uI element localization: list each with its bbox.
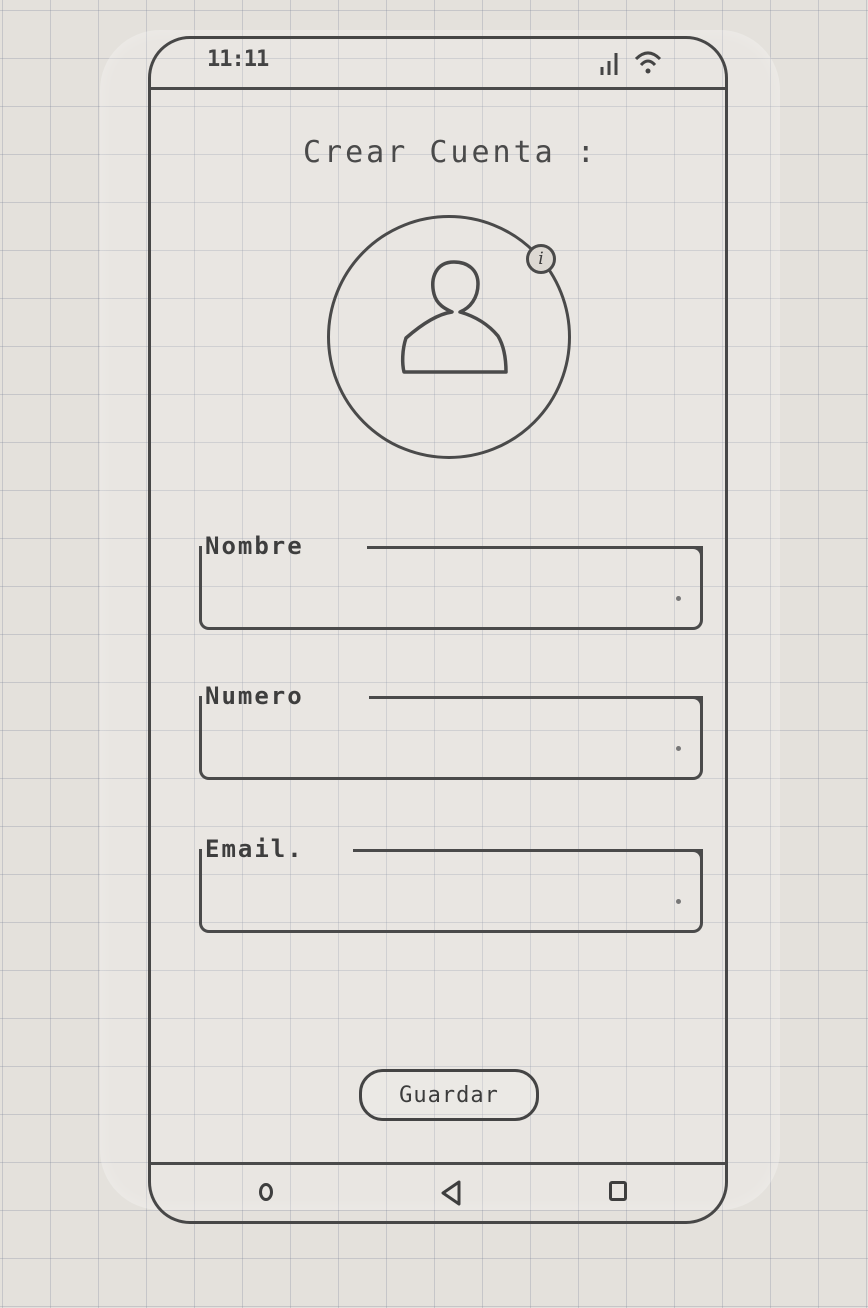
email-field: Email. — [199, 835, 703, 933]
email-label: Email. — [205, 835, 304, 863]
name-label: Nombre — [205, 532, 304, 560]
signal-bars-icon — [600, 53, 618, 75]
home-circle-icon[interactable] — [259, 1183, 273, 1201]
page-title: Crear Cuenta : — [303, 135, 598, 170]
navigation-bar — [151, 1162, 725, 1221]
name-field: Nombre — [199, 532, 703, 630]
number-label: Numero — [205, 682, 304, 710]
back-triangle-icon[interactable] — [439, 1179, 463, 1207]
recents-square-icon[interactable] — [609, 1181, 627, 1201]
status-time: 11:11 — [207, 47, 269, 72]
name-input[interactable] — [211, 564, 673, 620]
phone-frame: 11:11 Crear Cuenta : i Nombre Numero Ema… — [148, 36, 728, 1224]
number-input[interactable] — [211, 714, 673, 770]
number-field: Numero — [199, 682, 703, 780]
status-bar: 11:11 — [151, 39, 725, 90]
profile-photo[interactable]: i — [327, 215, 571, 459]
wifi-icon — [634, 51, 662, 74]
user-silhouette-icon — [400, 260, 508, 374]
save-button[interactable]: Guardar — [359, 1069, 539, 1121]
edit-photo-icon[interactable]: i — [526, 244, 556, 274]
email-input[interactable] — [211, 867, 673, 923]
